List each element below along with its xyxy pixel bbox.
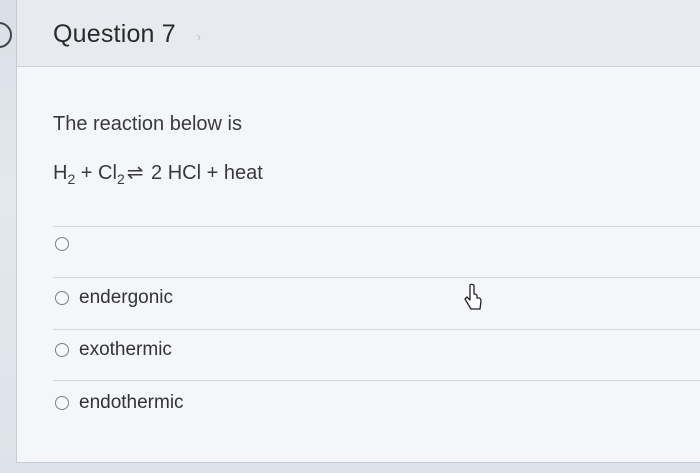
radio-unselected-icon[interactable] — [55, 237, 69, 251]
previous-arrow-icon[interactable] — [0, 22, 12, 48]
question-prompt: The reaction below is — [53, 113, 242, 135]
equation-plus: + — [75, 162, 99, 184]
divider — [53, 329, 700, 330]
equation-cl-subscript: 2 — [116, 171, 125, 187]
question-header: Question 7 › — [17, 0, 700, 67]
radio-unselected-icon[interactable] — [55, 396, 69, 410]
answer-option-exothermic[interactable]: exothermic — [55, 339, 172, 361]
equation-h-subscript: 2 — [67, 171, 76, 187]
divider — [53, 380, 700, 381]
answer-option-endergonic[interactable]: endergonic — [55, 287, 173, 309]
answer-option-endothermic[interactable]: endothermic — [55, 392, 184, 414]
equilibrium-arrow-icon: ⇌ — [126, 162, 144, 184]
header-caret-icon: › — [197, 30, 201, 44]
radio-unselected-icon[interactable] — [55, 291, 69, 305]
reaction-equation: H2 + Cl2 ⇌ 2 HCl + heat — [53, 160, 263, 187]
question-card: Question 7 › The reaction below is H2 + … — [16, 0, 700, 463]
equation-rhs: 2 HCl + heat — [145, 162, 263, 184]
radio-unselected-icon[interactable] — [55, 343, 69, 357]
question-title: Question 7 — [53, 20, 176, 48]
equation-cl: Cl — [98, 162, 117, 184]
answer-option-label: endothermic — [79, 392, 184, 413]
pointer-cursor-icon — [464, 283, 482, 310]
equation-h: H — [53, 162, 68, 184]
answer-option-blank[interactable] — [55, 237, 79, 251]
divider — [53, 226, 700, 227]
answer-option-label: exothermic — [79, 339, 172, 360]
answer-option-label: endergonic — [79, 287, 174, 308]
quiz-screen: Question 7 › The reaction below is H2 + … — [0, 0, 700, 473]
divider — [53, 277, 700, 278]
